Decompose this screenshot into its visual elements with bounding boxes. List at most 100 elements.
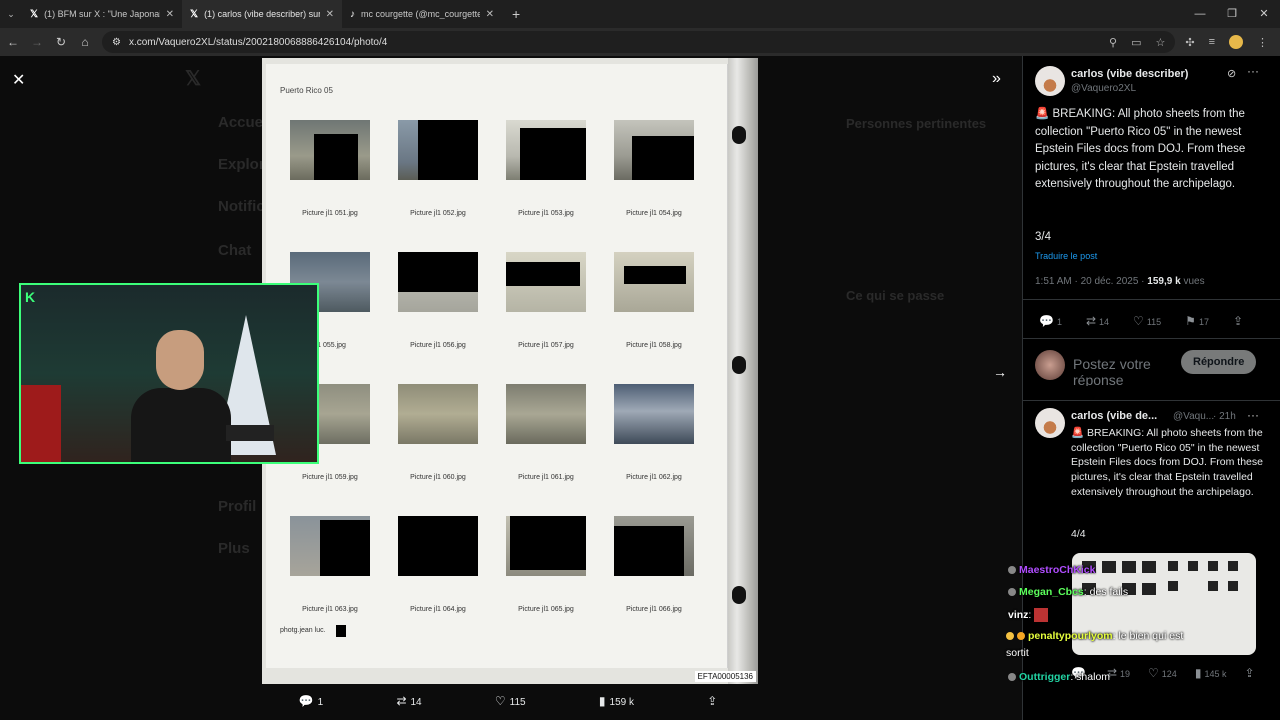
thumbnail — [614, 384, 694, 444]
tab-search-icon[interactable]: ⌄ — [0, 0, 22, 28]
heart-icon: ♡ — [1133, 314, 1144, 328]
viewer-action-bar: 💬 1 ⇄ 14 ♡ 115 ▮ 159 k ⇪ — [262, 690, 758, 712]
like-count: 124 — [1161, 669, 1177, 679]
bookmark-button[interactable]: ⚑ 17 — [1185, 314, 1209, 328]
close-icon[interactable]: ✕ — [166, 9, 174, 20]
chat-username[interactable]: Megan_Cbcs — [1019, 586, 1084, 598]
caption: Picture jl1 061.jpg — [518, 474, 574, 481]
repost-count: 19 — [1120, 669, 1131, 679]
views-button[interactable]: ▮ 145 k — [1195, 666, 1227, 680]
minimize-icon[interactable]: — — [1184, 0, 1216, 28]
author-handle[interactable]: @Vaquero2XL — [1071, 83, 1136, 94]
forward-icon[interactable]: → — [30, 35, 44, 49]
repost-action[interactable]: ⇄ 14 — [396, 694, 421, 708]
tweet-time[interactable]: 1:51 AM · 20 déc. 2025 · — [1035, 276, 1145, 287]
like-button[interactable]: ♡ 124 — [1148, 666, 1177, 680]
like-action[interactable]: ♡ 115 — [495, 694, 526, 708]
views-action[interactable]: ▮ 159 k — [599, 694, 634, 708]
author-name[interactable]: carlos (vibe describer) — [1071, 68, 1188, 80]
chat-username[interactable]: MaestroChKick — [1019, 564, 1095, 576]
author-handle[interactable]: @Vaqu... — [1173, 411, 1214, 422]
ghost-heading: Personnes pertinentes — [846, 116, 987, 131]
zoom-icon[interactable]: ⚲ — [1109, 36, 1117, 49]
caption: Picture jl1 060.jpg — [410, 474, 466, 481]
user-avatar[interactable] — [1035, 350, 1065, 380]
back-icon[interactable]: ← — [6, 35, 20, 49]
repost-button[interactable]: ⇄ 14 — [1086, 314, 1109, 328]
ghost-nav: Profil — [218, 498, 257, 515]
avatar[interactable] — [1035, 408, 1065, 438]
share-button[interactable]: ⇪ — [1244, 666, 1257, 680]
tab-bfm[interactable]: 𝕏 (1) BFM sur X : "Une Japonaise ✕ — [22, 0, 182, 28]
reply-action[interactable]: 💬 1 — [299, 694, 324, 708]
chat-username[interactable]: penaltypourlyom — [1028, 630, 1113, 642]
url-field[interactable]: ⚙ x.com/Vaquero2XL/status/20021800688864… — [102, 31, 1176, 53]
restore-icon[interactable]: ❐ — [1216, 0, 1248, 28]
share-button[interactable]: ⇪ — [1233, 314, 1246, 328]
repost-button[interactable]: ⇄ 19 — [1107, 666, 1130, 680]
views-icon: ▮ — [1194, 666, 1202, 680]
tweet-age[interactable]: · 21h — [1213, 411, 1236, 422]
redaction-box — [336, 625, 346, 637]
tab-title: (1) BFM sur X : "Une Japonaise — [44, 9, 160, 19]
menu-icon[interactable]: ⋮ — [1257, 36, 1268, 49]
chat-text: sortit — [1006, 647, 1029, 659]
views-label: vues — [1183, 276, 1205, 287]
divider — [1023, 338, 1280, 339]
extensions-icon[interactable]: ✣ — [1185, 36, 1194, 49]
bookmark-star-icon[interactable]: ☆ — [1155, 36, 1165, 49]
views-count: 159,9 k — [1147, 276, 1181, 287]
chat-badge-icon — [1017, 632, 1025, 641]
reply-button[interactable]: 💬 1 — [1039, 314, 1062, 328]
chat-badge-icon — [1008, 566, 1016, 575]
tab-carlos[interactable]: 𝕏 (1) carlos (vibe describer) sur X ✕ — [182, 0, 342, 28]
mini-thumb — [1228, 561, 1238, 571]
tweet-text: 🚨 BREAKING: All photo sheets from the co… — [1035, 108, 1246, 190]
home-icon[interactable]: ⌂ — [78, 35, 92, 49]
like-button[interactable]: ♡ 115 — [1133, 314, 1161, 328]
views-icon: ▮ — [598, 694, 606, 708]
chat-username[interactable]: vinz — [1008, 609, 1028, 621]
new-tab-button[interactable]: + — [502, 6, 530, 22]
chat-message: MaestroChKick — [1008, 564, 1095, 576]
thumbnail — [290, 120, 370, 180]
close-icon[interactable]: ✕ — [486, 9, 494, 20]
caption: Picture jl1 054.jpg — [626, 210, 682, 217]
author-name[interactable]: carlos (vibe de... — [1071, 410, 1157, 422]
chat-username[interactable]: Outtrigger — [1019, 671, 1070, 683]
caption: Picture jl1 066.jpg — [626, 606, 682, 613]
caption: Picture jl1 056.jpg — [410, 342, 466, 349]
site-info-icon[interactable]: ⚙ — [112, 37, 121, 48]
profile-avatar-icon[interactable] — [1229, 35, 1243, 49]
kick-logo-icon: K — [25, 289, 36, 305]
mini-thumb — [1208, 561, 1218, 571]
close-viewer-button[interactable]: ✕ — [12, 70, 25, 90]
photographer-label: photg.jean luc. — [280, 627, 326, 634]
like-count: 115 — [509, 697, 526, 708]
reply-input[interactable]: Postez votre réponse — [1073, 356, 1183, 386]
close-window-icon[interactable]: ✕ — [1248, 0, 1280, 28]
reading-list-icon[interactable]: ≡ — [1209, 36, 1215, 48]
share-action[interactable]: ⇪ — [707, 694, 721, 708]
cast-icon[interactable]: ▭ — [1131, 36, 1141, 49]
translate-link[interactable]: Traduire le post — [1035, 251, 1097, 261]
grok-icon[interactable]: ⊘ — [1227, 67, 1236, 80]
reload-icon[interactable]: ↻ — [54, 35, 68, 49]
avatar[interactable] — [1035, 66, 1065, 96]
streamer — [131, 330, 231, 462]
reply-submit-button[interactable]: Répondre — [1181, 350, 1257, 374]
reply-icon: 💬 — [1039, 314, 1054, 328]
more-icon[interactable]: ··· — [1247, 64, 1259, 78]
thumbnail — [290, 516, 370, 576]
chat-text: : le bien qui est — [1112, 630, 1184, 642]
window-controls: — ❐ ✕ — [1184, 0, 1280, 28]
next-photo-button[interactable]: → — [993, 364, 1007, 380]
collapse-panel-button[interactable]: » — [992, 70, 1001, 88]
chat-message: Megan_Cbcs: des fails — [1008, 586, 1128, 598]
chat-message: Outtrigger: shalom — [1008, 671, 1110, 683]
close-icon[interactable]: ✕ — [326, 9, 334, 20]
more-icon[interactable]: ··· — [1247, 408, 1259, 422]
views-count: 159 k — [609, 697, 634, 708]
tab-tiktok[interactable]: ♪ mc courgette (@mc_courgette) ✕ — [342, 0, 502, 28]
share-icon: ⇪ — [1232, 314, 1244, 328]
